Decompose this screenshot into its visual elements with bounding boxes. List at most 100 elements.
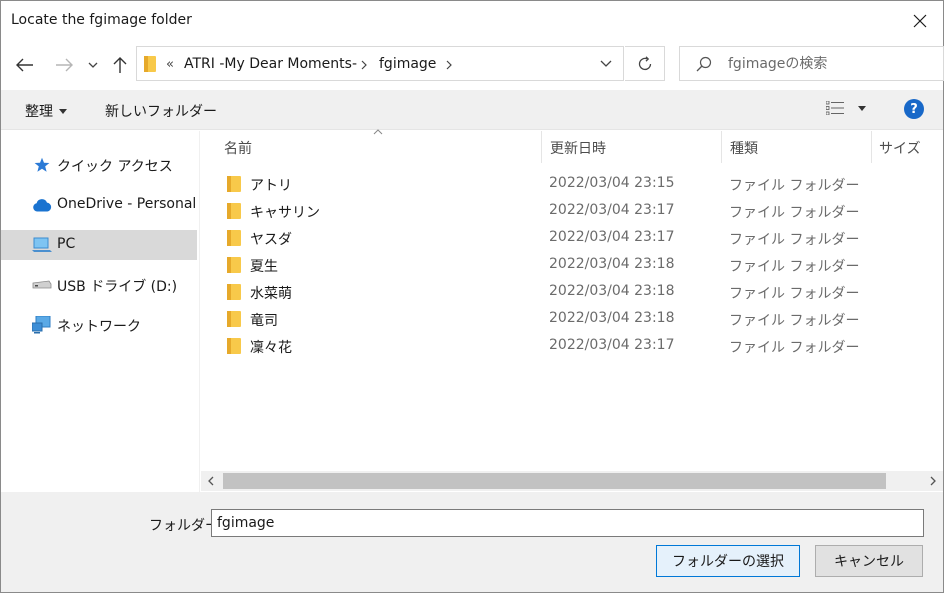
folder-name-input[interactable] [211,509,924,537]
back-button[interactable] [13,53,37,77]
file-type: ファイル フォルダー [729,178,860,194]
file-date: 2022/03/04 23:17 [549,202,675,218]
star-icon [32,156,52,174]
table-row[interactable]: 凜々花 2022/03/04 23:17 ファイル フォルダー [201,333,943,360]
file-name: ヤスダ [250,232,292,248]
sidebar-item-label: OneDrive - Personal [57,196,197,212]
new-folder-button[interactable]: 新しいフォルダー [105,101,217,121]
sidebar-item-onedrive[interactable]: OneDrive - Personal [1,190,197,220]
title-bar: Locate the fgimage folder [1,1,943,41]
table-row[interactable]: 水菜萌 2022/03/04 23:18 ファイル フォルダー [201,279,943,306]
scroll-left-button[interactable] [201,471,221,491]
select-folder-button[interactable]: フォルダーの選択 [656,545,800,577]
organize-button[interactable]: 整理 [25,101,67,121]
pc-icon [32,236,52,254]
sidebar-item-label: ネットワーク [57,319,141,335]
caret-down-icon [59,108,67,114]
column-divider[interactable] [871,131,872,163]
search-box[interactable] [679,46,944,81]
network-icon [32,316,52,334]
table-row[interactable]: アトリ 2022/03/04 23:15 ファイル フォルダー [201,171,943,198]
arrow-left-icon [16,58,33,72]
scroll-right-button[interactable] [923,471,943,491]
column-header-type[interactable]: 種類 [730,131,758,163]
forward-button[interactable] [52,53,76,77]
file-name: 凜々花 [250,340,292,356]
file-date: 2022/03/04 23:17 [549,229,675,245]
horizontal-scrollbar[interactable] [201,471,943,491]
sidebar-item-network[interactable]: ネットワーク [1,310,197,340]
scrollbar-thumb[interactable] [223,473,886,489]
column-divider[interactable] [541,131,542,163]
folder-icon [227,176,241,192]
arrow-up-icon [113,57,127,73]
file-name: 夏生 [250,259,278,275]
refresh-icon [638,55,651,70]
organize-label: 整理 [25,104,53,120]
breadcrumb-overflow[interactable]: « [166,57,174,72]
close-button[interactable] [897,1,943,41]
up-button[interactable] [108,53,132,77]
file-name: キャサリン [250,205,320,221]
file-name: アトリ [250,178,292,194]
column-header-date[interactable]: 更新日時 [550,131,606,163]
address-bar[interactable]: « ATRI -My Dear Moments- fgimage [136,46,624,81]
file-type: ファイル フォルダー [729,232,860,248]
sidebar-item-label: クイック アクセス [57,159,173,175]
change-view-button[interactable] [826,101,866,115]
folder-icon [227,284,241,300]
table-row[interactable]: 夏生 2022/03/04 23:18 ファイル フォルダー [201,252,943,279]
file-type: ファイル フォルダー [729,313,860,329]
help-button[interactable]: ? [904,99,924,119]
file-type: ファイル フォルダー [729,340,860,356]
column-header-size[interactable]: サイズ [879,131,921,163]
folder-icon [227,338,241,354]
sidebar-item-label: PC [57,236,76,252]
chevron-right-icon[interactable] [361,60,367,70]
file-date: 2022/03/04 23:18 [549,256,675,272]
file-list: 名前 更新日時 種類 サイズ アトリ 2022/03/04 23:15 ファイル… [201,129,943,492]
caret-down-icon [858,105,866,111]
column-divider[interactable] [721,131,722,163]
navigation-bar: « ATRI -My Dear Moments- fgimage [1,41,944,89]
sidebar-item-quick-access[interactable]: クイック アクセス [1,150,197,180]
breadcrumb-item[interactable]: fgimage [379,56,436,72]
file-date: 2022/03/04 23:15 [549,175,675,191]
details-view-icon [826,101,844,115]
column-header-name[interactable]: 名前 [224,131,252,163]
file-date: 2022/03/04 23:17 [549,337,675,353]
file-date: 2022/03/04 23:18 [549,283,675,299]
address-history-dropdown[interactable] [589,47,623,80]
folder-icon [144,56,156,72]
recent-locations-button[interactable] [83,53,103,77]
usb-drive-icon [32,276,52,294]
file-type: ファイル フォルダー [729,205,860,221]
chevron-down-icon [600,60,612,67]
file-name: 竜司 [250,313,278,329]
arrow-right-icon [56,58,73,72]
folder-icon [227,311,241,327]
breadcrumb-item[interactable]: ATRI -My Dear Moments- [184,56,357,72]
chevron-left-icon [208,476,214,486]
chevron-right-icon [930,476,936,486]
cloud-icon [32,196,52,214]
table-row[interactable]: ヤスダ 2022/03/04 23:17 ファイル フォルダー [201,225,943,252]
folder-icon [227,203,241,219]
window-title: Locate the fgimage folder [11,12,192,28]
file-name: 水菜萌 [250,286,292,302]
refresh-button[interactable] [625,46,665,81]
chevron-right-icon[interactable] [446,60,452,70]
search-input[interactable] [728,54,928,74]
command-bar: 整理 新しいフォルダー ? [1,90,943,130]
sidebar-item-pc[interactable]: PC [1,230,197,260]
cancel-button[interactable]: キャンセル [815,545,923,577]
sidebar-item-label: USB ドライブ (D:) [57,279,178,295]
file-type: ファイル フォルダー [729,286,860,302]
close-icon [913,14,927,28]
table-row[interactable]: 竜司 2022/03/04 23:18 ファイル フォルダー [201,306,943,333]
folder-picker-dialog: Locate the fgimage folder « ATRI -My Dea… [0,0,944,593]
table-row[interactable]: キャサリン 2022/03/04 23:17 ファイル フォルダー [201,198,943,225]
folder-icon [227,257,241,273]
sidebar-item-usb-drive[interactable]: USB ドライブ (D:) [1,270,197,300]
navigation-pane: クイック アクセス OneDrive - Personal PC USB ドライ… [1,131,200,492]
